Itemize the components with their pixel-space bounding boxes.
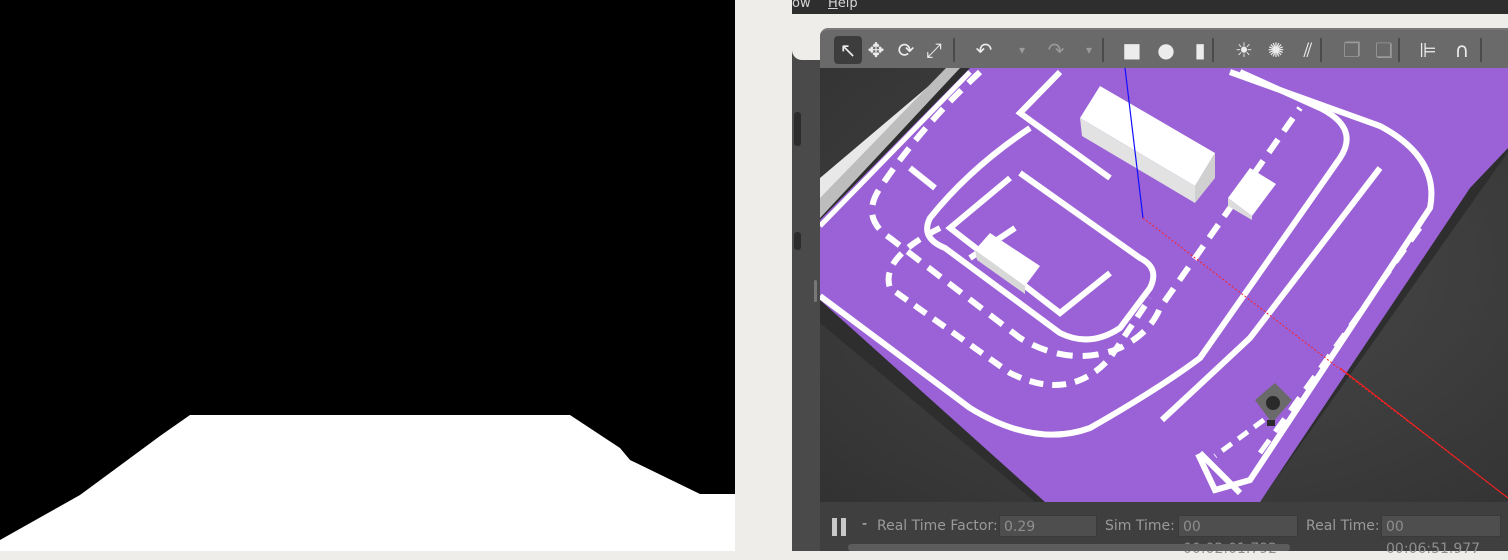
redo-icon[interactable]: ↷ xyxy=(1042,36,1070,64)
cylinder-shape-icon[interactable]: ▮ xyxy=(1186,36,1214,64)
sim-time-label: Sim Time: xyxy=(1105,518,1175,534)
redo-dropdown-icon[interactable]: ▾ xyxy=(1075,36,1103,64)
align-icon[interactable]: ⊫ xyxy=(1414,36,1442,64)
toolbar-separator xyxy=(1480,38,1482,62)
real-time-factor-field: 0.29 xyxy=(999,515,1097,537)
pause-icon xyxy=(832,518,837,536)
directional-light-icon[interactable]: ⫽ xyxy=(1294,36,1322,64)
progress-track xyxy=(848,544,1290,551)
toolbar-separator xyxy=(1212,38,1214,62)
sim-time-field: 00 00:02:01.792 xyxy=(1178,515,1298,557)
menu-help[interactable]: Help xyxy=(828,0,858,11)
snap-icon[interactable]: ∩ xyxy=(1448,36,1476,64)
toolbar-separator xyxy=(1320,38,1322,62)
camera-image-panel xyxy=(0,0,735,551)
toolbar-separator xyxy=(1398,38,1400,62)
paste-icon[interactable]: ❏ xyxy=(1370,36,1398,64)
select-mode-icon[interactable]: ↖ xyxy=(834,36,862,64)
panel-divider[interactable] xyxy=(735,0,792,551)
pause-button[interactable] xyxy=(832,518,848,536)
3d-viewport[interactable] xyxy=(820,68,1508,502)
translate-mode-icon[interactable]: ✥ xyxy=(862,36,890,64)
copy-icon[interactable]: ❐ xyxy=(1338,36,1366,64)
rotate-mode-icon[interactable]: ⟳ xyxy=(892,36,920,64)
spot-light-icon[interactable]: ✺ xyxy=(1262,36,1290,64)
binary-camera-image xyxy=(0,0,735,551)
world-scene[interactable] xyxy=(820,68,1508,502)
toolbar-separator xyxy=(1102,38,1104,62)
scale-mode-icon[interactable]: ⤢ xyxy=(920,36,948,64)
menu-window[interactable]: ow xyxy=(792,0,811,11)
real-time-label: Real Time: xyxy=(1306,518,1380,534)
real-time-field: 00 00:06:51.977 xyxy=(1381,515,1501,557)
undo-icon[interactable]: ↶ xyxy=(970,36,998,64)
menu-bar: ow Help xyxy=(792,0,1508,14)
real-time-factor-label: Real Time Factor: xyxy=(877,518,998,534)
step-button[interactable]: - xyxy=(862,516,867,532)
point-light-icon[interactable]: ☀ xyxy=(1230,36,1258,64)
toolbar-separator xyxy=(953,38,955,62)
undo-dropdown-icon[interactable]: ▾ xyxy=(1008,36,1036,64)
toolbar: ↖ ✥ ⟳ ⤢ ↶ ▾ ↷ ▾ ■ ● ▮ ☀ ✺ ⫽ ❐ ❏ ⊫ ∩ xyxy=(820,28,1508,70)
sphere-shape-icon[interactable]: ● xyxy=(1152,36,1180,64)
box-shape-icon[interactable]: ■ xyxy=(1118,36,1146,64)
side-panel-strip[interactable] xyxy=(792,0,820,551)
